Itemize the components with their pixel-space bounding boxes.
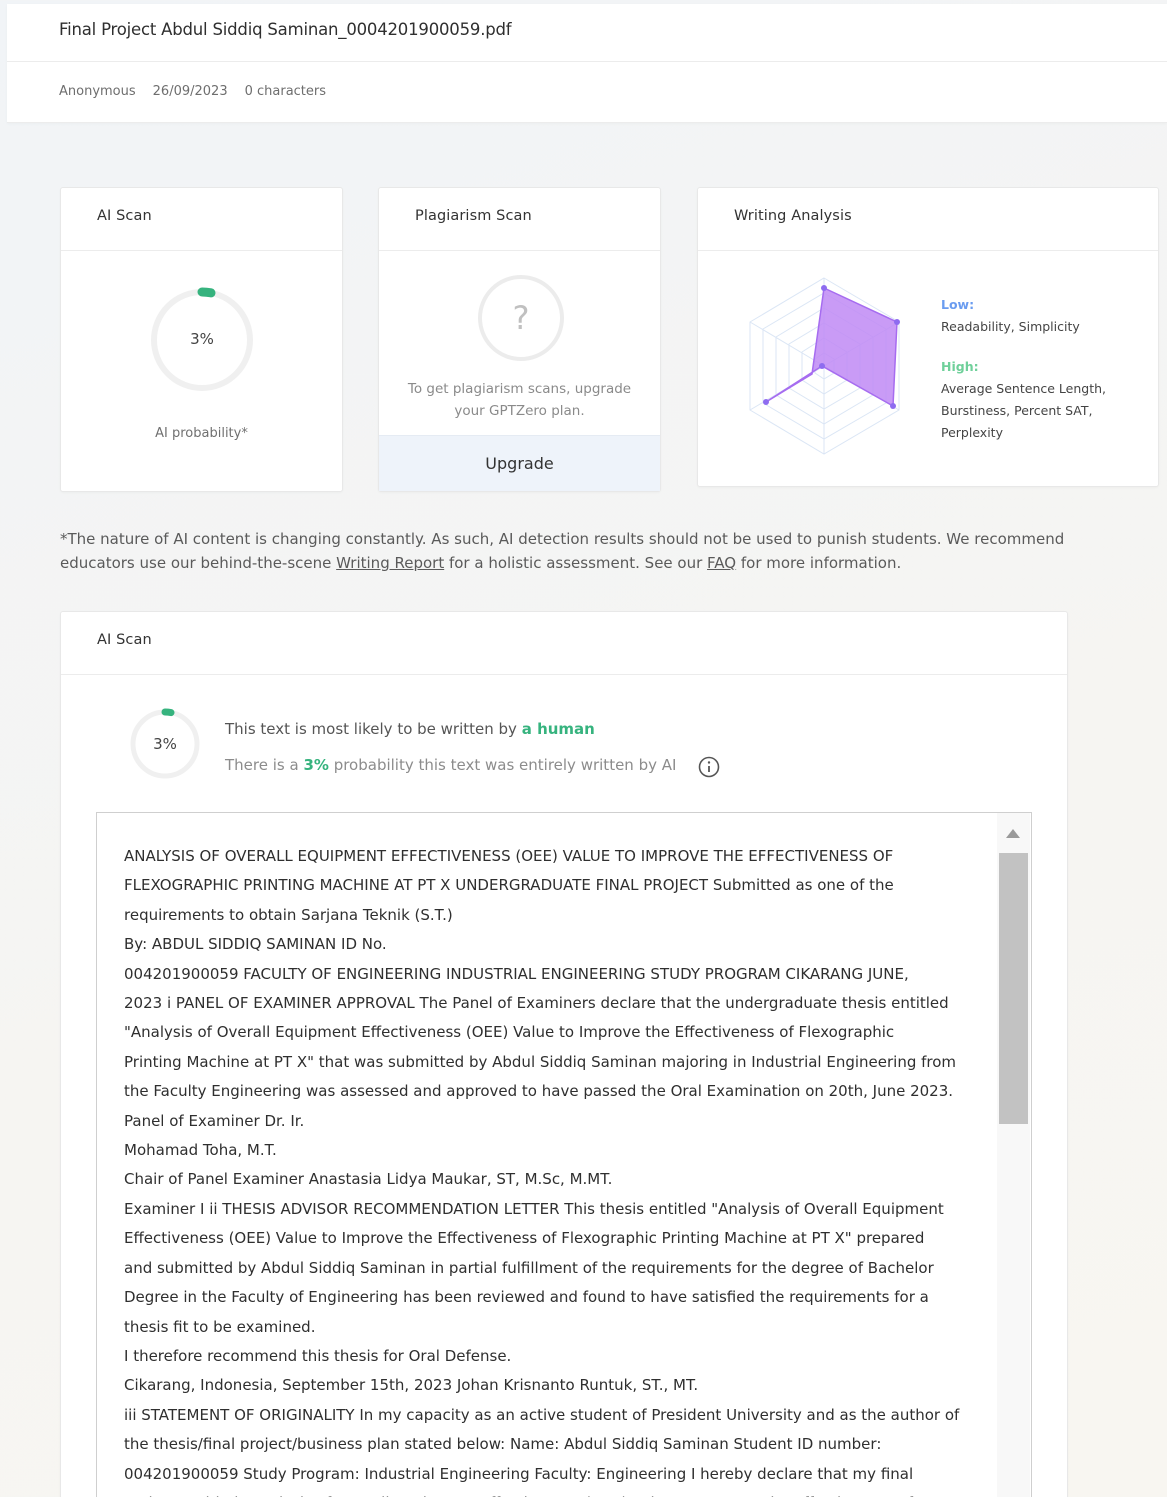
- plagiarism-upgrade-message: To get plagiarism scans, upgrade your GP…: [407, 381, 632, 419]
- low-label: Low:: [941, 297, 975, 312]
- plagiarism-card-title: Plagiarism Scan: [379, 188, 660, 251]
- question-mark-icon: ?: [478, 275, 564, 361]
- ai-scan-card: AI Scan 3% AI probability*: [60, 187, 343, 492]
- disclaimer-part2: for a holistic assessment. See our: [444, 554, 708, 572]
- text-line: Cikarang, Indonesia, September 15th, 202…: [124, 1376, 699, 1395]
- writing-analysis-title: Writing Analysis: [698, 188, 1158, 251]
- document-text-content: ANALYSIS OF OVERALL EQUIPMENT EFFECTIVEN…: [124, 842, 984, 1497]
- verdict-prefix: This text is most likely to be written b…: [225, 720, 522, 738]
- info-icon[interactable]: [698, 756, 720, 778]
- text-line: Examiner I ii THESIS ADVISOR RECOMMENDAT…: [124, 1199, 944, 1218]
- radar-chart-icon: [749, 277, 900, 455]
- text-line: Printing Machine at PT X" that was submi…: [124, 1052, 957, 1071]
- scrollbar[interactable]: [997, 813, 1030, 1497]
- text-line: requirements to obtain Sarjana Teknik (S…: [124, 905, 453, 924]
- ai-scan-card-title: AI Scan: [61, 188, 342, 251]
- verdict-headline: This text is most likely to be written b…: [225, 720, 595, 738]
- text-line: 004201900059 FACULTY OF ENGINEERING INDU…: [124, 964, 909, 983]
- ai-probability-ring: 3%: [149, 287, 255, 393]
- faq-link[interactable]: FAQ: [707, 554, 736, 572]
- text-line: 2023 i PANEL OF EXAMINER APPROVAL The Pa…: [124, 994, 949, 1013]
- plagiarism-scan-card: Plagiarism Scan ? To get plagiarism scan…: [378, 187, 661, 492]
- document-title: Final Project Abdul Siddiq Saminan_00042…: [59, 20, 512, 39]
- prob-suffix: probability this text was entirely writt…: [328, 756, 677, 774]
- high-label: High:: [941, 359, 979, 374]
- text-line: Mohamad Toha, M.T.: [124, 1141, 277, 1160]
- text-line: Panel of Examiner Dr. Ir.: [124, 1111, 305, 1130]
- scroll-thumb[interactable]: [999, 853, 1028, 1124]
- text-line: the thesis/final project/business plan s…: [124, 1435, 882, 1454]
- text-line: thesis fit to be examined.: [124, 1317, 316, 1336]
- text-line: FLEXOGRAPHIC PRINTING MACHINE AT PT X UN…: [124, 876, 894, 895]
- text-line: "Analysis of Overall Equipment Effective…: [124, 1023, 895, 1042]
- document-text-box[interactable]: ANALYSIS OF OVERALL EQUIPMENT EFFECTIVEN…: [96, 812, 1032, 1497]
- prob-prefix: There is a: [225, 756, 304, 774]
- text-line: the Faculty Engineering was assessed and…: [124, 1082, 954, 1101]
- ai-scan-detail-title: AI Scan: [61, 612, 1067, 675]
- ai-scan-detail-panel: AI Scan 3% This text is most likely to b…: [60, 611, 1068, 1497]
- document-meta: Anonymous 26/09/2023 0 characters: [59, 84, 326, 99]
- text-line: ANALYSIS OF OVERALL EQUIPMENT EFFECTIVEN…: [124, 847, 894, 865]
- probability-statement: There is a 3% probability this text was …: [225, 756, 676, 774]
- document-author: Anonymous: [59, 84, 136, 99]
- header-divider: [7, 61, 1167, 62]
- document-characters: 0 characters: [244, 84, 327, 99]
- ai-probability-caption: AI probability*: [155, 426, 248, 441]
- writing-analysis-legend: Low: Readability, Simplicity High: Avera…: [941, 294, 1116, 444]
- text-line: iii STATEMENT OF ORIGINALITY In my capac…: [124, 1405, 960, 1424]
- ai-scan-detail-percent: 3%: [153, 735, 177, 753]
- writing-analysis-card: Writing Analysis Low: Readability, Simpl…: [697, 187, 1159, 487]
- verdict-highlight: a human: [521, 720, 595, 738]
- text-line: Chair of Panel Examiner Anastasia Lidya …: [124, 1170, 613, 1189]
- ai-probability-percent: 3%: [190, 330, 214, 348]
- prob-value: 3%: [303, 756, 329, 774]
- scroll-up-arrow-icon[interactable]: [1006, 829, 1020, 838]
- text-line: I therefore recommend this thesis for Or…: [124, 1346, 512, 1365]
- disclaimer-text: *The nature of AI content is changing co…: [60, 527, 1100, 575]
- low-items: Readability, Simplicity: [941, 319, 1080, 334]
- text-line: project entitled "Analysis of Overall Eq…: [124, 1489, 984, 1497]
- writing-report-link[interactable]: Writing Report: [336, 554, 444, 572]
- document-date: 26/09/2023: [152, 84, 228, 99]
- disclaimer-part3: for more information.: [736, 554, 902, 572]
- document-header: Final Project Abdul Siddiq Saminan_00042…: [7, 4, 1167, 123]
- high-items: Average Sentence Length, Burstiness, Per…: [941, 381, 1106, 440]
- upgrade-button[interactable]: Upgrade: [379, 435, 660, 491]
- ai-scan-detail-ring: 3%: [129, 708, 201, 780]
- text-line: and submitted by Abdul Siddiq Saminan in…: [124, 1258, 934, 1277]
- text-line: Effectiveness (OEE) Value to Improve the…: [124, 1229, 925, 1248]
- text-line: Degree in the Faculty of Engineering has…: [124, 1288, 929, 1307]
- text-line: 004201900059 Study Program: Industrial E…: [124, 1464, 914, 1483]
- text-line: By: ABDUL SIDDIQ SAMINAN ID No.: [124, 935, 387, 954]
